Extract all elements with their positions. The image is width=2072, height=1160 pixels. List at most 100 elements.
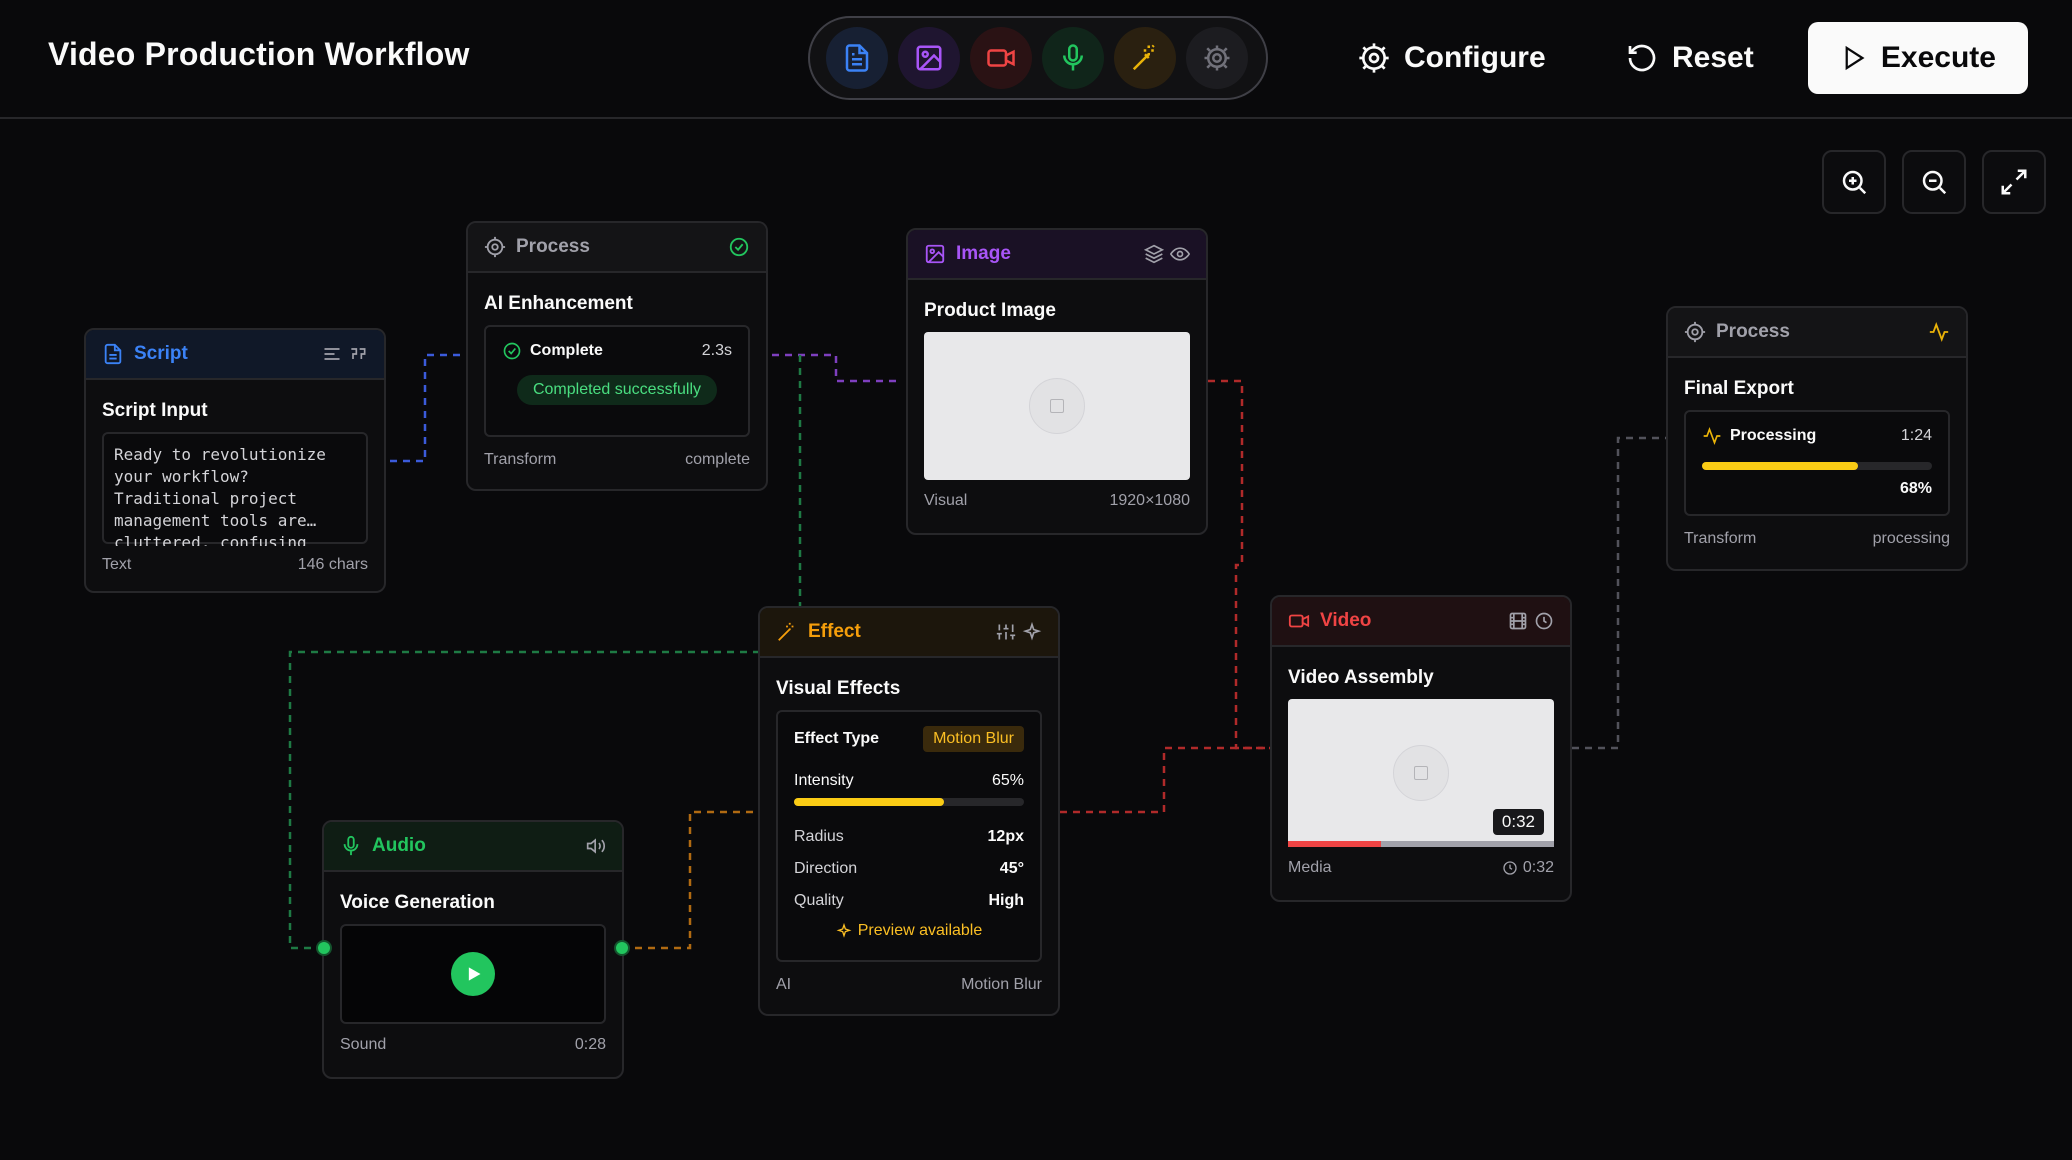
edge-audio-effect	[622, 810, 760, 950]
execute-button[interactable]: Execute	[1808, 22, 2028, 94]
video-preview[interactable]: 0:32	[1288, 699, 1554, 847]
configure-label: Configure	[1404, 41, 1546, 74]
voice-generation-node[interactable]: Audio Voice Generation Sound 0:28	[322, 820, 624, 1079]
configure-button[interactable]: Configure	[1358, 22, 1546, 94]
effect-name-label: Motion Blur	[961, 976, 1042, 993]
elapsed-time: 2.3s	[701, 342, 732, 359]
image-placeholder-icon	[1029, 378, 1085, 434]
add-process-node-button[interactable]	[1186, 27, 1248, 89]
edge-effect-video	[1060, 746, 1272, 814]
node-category: Video	[1320, 610, 1372, 631]
layers-icon[interactable]	[1144, 244, 1164, 264]
param-label: Radius	[794, 828, 844, 845]
add-audio-node-button[interactable]	[1042, 27, 1104, 89]
intensity-value: 65%	[991, 772, 1024, 789]
gear-icon	[484, 236, 506, 258]
preview-label: Preview available	[857, 922, 983, 939]
document-icon	[104, 343, 122, 365]
node-title: Voice Generation	[340, 892, 495, 913]
playback-bar[interactable]	[1288, 841, 1554, 847]
fullscreen-button[interactable]	[1982, 150, 2046, 214]
magic-wand-icon	[778, 622, 794, 641]
node-footer: Sound 0:28	[324, 1036, 622, 1054]
check-circle-icon	[729, 237, 749, 257]
node-footer: Transform processing	[1668, 530, 1966, 548]
gear-icon	[1684, 321, 1706, 343]
node-footer: Transform complete	[468, 451, 766, 469]
reset-button[interactable]: Reset	[1626, 22, 1754, 94]
node-type-label: AI	[776, 976, 792, 993]
quote-icon[interactable]	[348, 344, 368, 364]
image-resolution: 1920×1080	[1109, 492, 1190, 509]
node-category: Effect	[808, 621, 861, 642]
add-script-node-button[interactable]	[826, 27, 888, 89]
node-category: Script	[134, 343, 188, 364]
add-image-node-button[interactable]	[898, 27, 960, 89]
node-category: Process	[1716, 321, 1790, 342]
sparkles-icon[interactable]	[1022, 622, 1042, 642]
clock-icon[interactable]	[1534, 611, 1554, 631]
node-category: Image	[956, 243, 1011, 264]
edge-image-video	[1208, 379, 1272, 750]
film-icon[interactable]	[1508, 611, 1528, 631]
node-footer: AI Motion Blur	[760, 976, 1058, 994]
add-effect-node-button[interactable]	[1114, 27, 1176, 89]
progress-fill	[1702, 462, 1859, 470]
node-header[interactable]: Audio	[324, 822, 622, 872]
script-node[interactable]: Script Script Input Ready to revolutioni…	[84, 328, 386, 593]
intensity-fill	[794, 798, 944, 806]
image-preview[interactable]	[924, 332, 1190, 480]
play-button[interactable]	[451, 952, 495, 996]
microphone-icon	[1063, 44, 1083, 71]
status-text: Complete	[530, 342, 603, 359]
sliders-icon[interactable]	[996, 622, 1016, 642]
node-type-label: Transform	[1684, 530, 1757, 547]
node-header[interactable]: Process	[1668, 308, 1966, 358]
node-header[interactable]: Image	[908, 230, 1206, 280]
align-left-icon[interactable]	[322, 344, 342, 364]
zoom-out-icon	[1922, 170, 1947, 195]
node-title: Product Image	[924, 300, 1056, 321]
video-placeholder-icon	[1393, 745, 1449, 801]
param-value[interactable]: 45°	[1000, 860, 1024, 878]
node-header[interactable]: Video	[1272, 597, 1570, 647]
node-title: AI Enhancement	[484, 293, 633, 314]
image-node[interactable]: Image Product Image Visual 1920×1080	[906, 228, 1208, 535]
audio-input-handle[interactable]	[316, 940, 332, 956]
param-label: Direction	[794, 860, 858, 877]
zoom-out-button[interactable]	[1902, 150, 1966, 214]
reset-label: Reset	[1672, 41, 1754, 74]
preview-link[interactable]: Preview available	[794, 922, 1024, 940]
node-title: Final Export	[1684, 378, 1794, 399]
volume-icon[interactable]	[586, 836, 606, 856]
audio-output-handle[interactable]	[614, 940, 630, 956]
audio-player	[340, 924, 606, 1024]
node-header[interactable]: Effect	[760, 608, 1058, 658]
add-video-node-button[interactable]	[970, 27, 1032, 89]
effect-params: Radius 12px Direction 45° Quality High	[794, 828, 1024, 910]
node-header[interactable]: Process	[468, 223, 766, 273]
video-assembly-node[interactable]: Video Video Assembly 0:32 Media 0:32	[1270, 595, 1572, 902]
node-footer: Text 146 chars	[86, 556, 384, 574]
reset-icon	[1628, 44, 1656, 72]
param-value[interactable]: 12px	[988, 828, 1024, 846]
play-icon	[468, 967, 481, 981]
final-export-node[interactable]: Process Final Export Processing 1:24 68%…	[1666, 306, 1968, 571]
elapsed-time: 1:24	[1900, 427, 1932, 444]
visual-effects-node[interactable]: Effect Visual Effects Effect Type Motion…	[758, 606, 1060, 1016]
script-textarea[interactable]: Ready to revolutionize your workflow? Tr…	[102, 432, 368, 546]
status-badge: Completed successfully	[516, 375, 718, 405]
check-circle-icon	[503, 342, 521, 360]
param-value[interactable]: High	[988, 892, 1024, 910]
audio-duration: 0:28	[574, 1036, 606, 1053]
edge-process-image	[772, 353, 900, 383]
node-category: Process	[516, 236, 590, 257]
effect-type-select[interactable]: Motion Blur	[923, 726, 1024, 752]
eye-icon[interactable]	[1170, 244, 1190, 264]
node-header[interactable]: Script	[86, 330, 384, 380]
zoom-in-button[interactable]	[1822, 150, 1886, 214]
ai-enhancement-node[interactable]: Process AI Enhancement Complete 2.3s Com…	[466, 221, 768, 491]
page-title: Video Production Workflow	[48, 36, 470, 72]
intensity-slider[interactable]	[794, 798, 1024, 806]
video-icon	[1288, 614, 1310, 628]
